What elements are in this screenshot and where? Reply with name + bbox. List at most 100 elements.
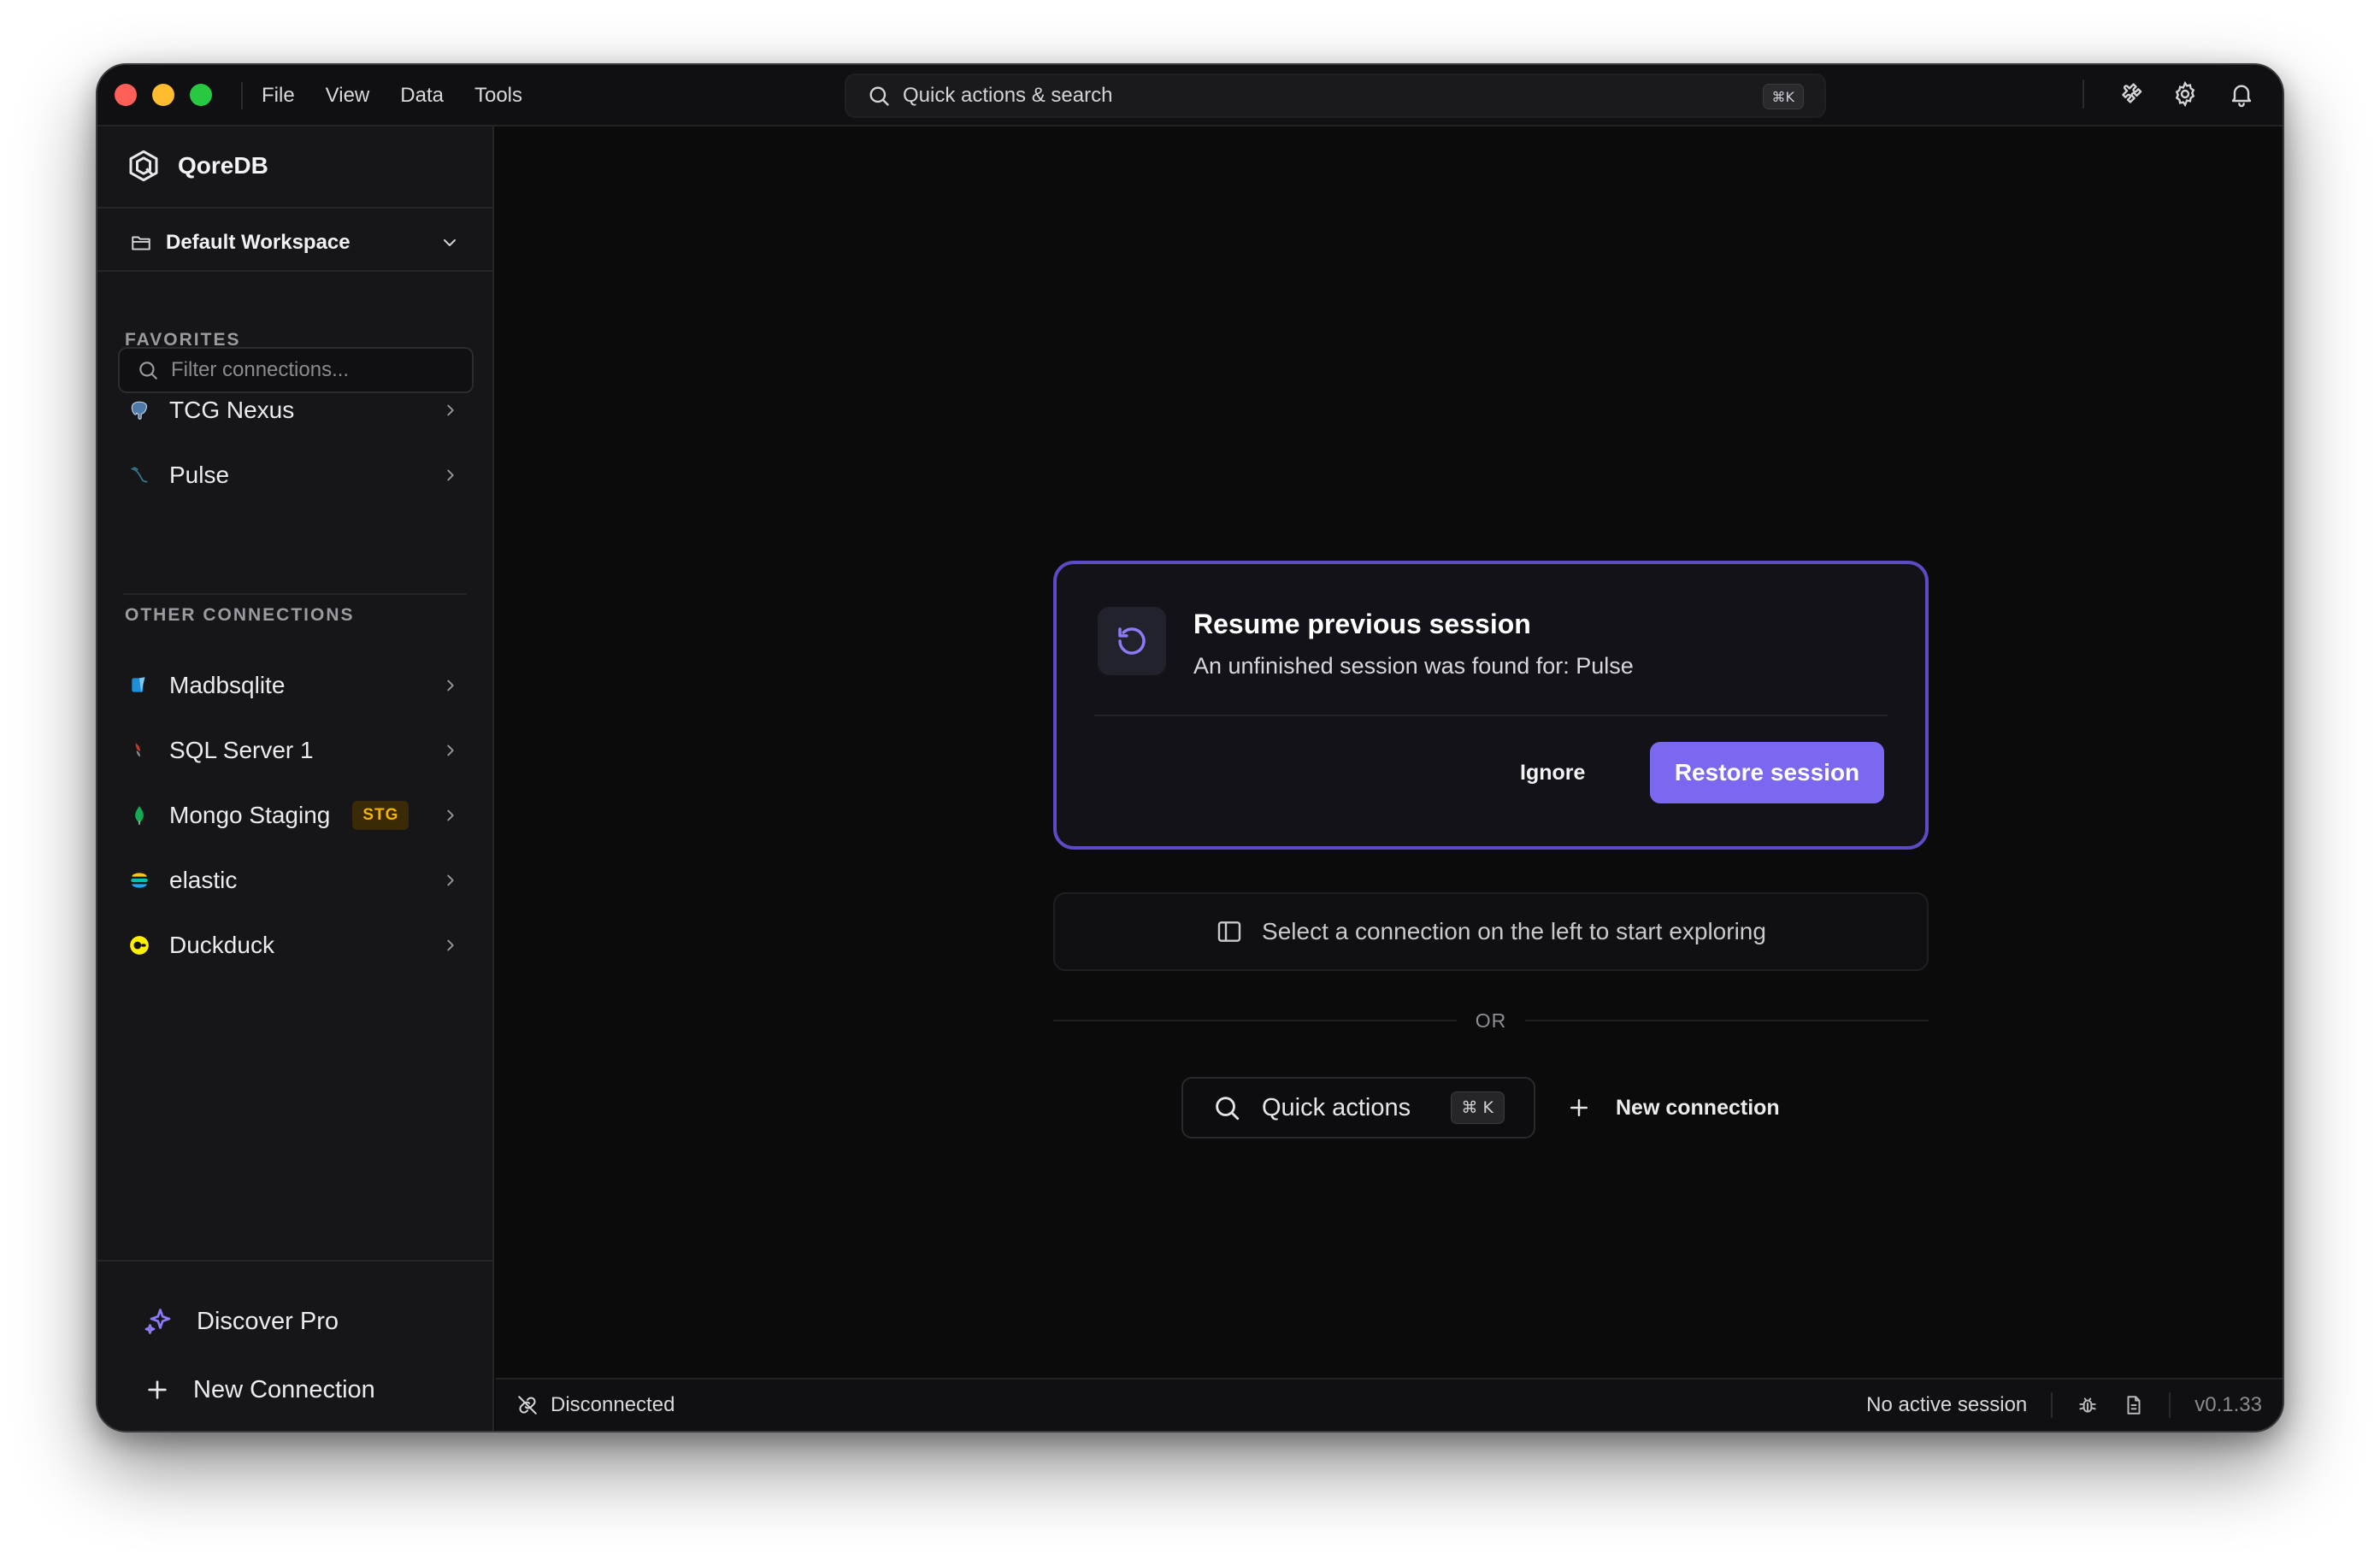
search-icon bbox=[1216, 1097, 1240, 1121]
select-connection-hint: Select a connection on the left to start… bbox=[1053, 892, 1929, 971]
close-window-button[interactable] bbox=[115, 84, 137, 106]
connection-item-mongo-staging[interactable]: Mongo Staging STG bbox=[115, 788, 477, 843]
favorites-section-title: FAVORITES bbox=[125, 330, 241, 350]
hint-text: Select a connection on the left to start… bbox=[1262, 918, 1766, 944]
connection-item-pulse[interactable]: Pulse bbox=[115, 448, 477, 503]
quick-actions-shortcut: ⌘ K bbox=[1450, 1091, 1505, 1124]
chevron-right-icon bbox=[447, 939, 454, 951]
new-connection-button[interactable]: New connection bbox=[1566, 1077, 1780, 1138]
search-icon bbox=[139, 362, 157, 379]
connection-label: elastic bbox=[169, 867, 238, 893]
duckdb-icon bbox=[128, 934, 150, 956]
search-icon bbox=[869, 86, 889, 106]
chevron-right-icon bbox=[447, 809, 454, 821]
chevron-right-icon bbox=[447, 404, 454, 416]
quick-actions-label: Quick actions bbox=[1262, 1093, 1411, 1121]
other-connections-section-title: OTHER CONNECTIONS bbox=[125, 605, 355, 625]
connection-label: Duckduck bbox=[169, 932, 274, 958]
discover-pro-label: Discover Pro bbox=[197, 1307, 339, 1335]
title-bar: File View Data Tools Quick actions & sea… bbox=[97, 65, 2283, 126]
sidebar: QoreDB Default Workspace FAVORITES TCG N… bbox=[97, 126, 494, 1431]
sidebar-divider bbox=[123, 593, 467, 595]
settings-button[interactable] bbox=[2170, 79, 2200, 109]
quick-actions-button[interactable]: Quick actions ⌘ K bbox=[1181, 1077, 1535, 1138]
connection-label: SQL Server 1 bbox=[169, 737, 314, 763]
search-shortcut: ⌘K bbox=[1762, 84, 1804, 109]
sidebar-divider bbox=[97, 270, 492, 272]
elastic-icon bbox=[128, 869, 150, 891]
status-divider bbox=[2169, 1392, 2171, 1418]
workspace-selector[interactable]: Default Workspace bbox=[130, 224, 460, 262]
session-status-text: No active session bbox=[1866, 1393, 2028, 1416]
status-divider bbox=[2051, 1392, 2053, 1418]
connection-item-sql-server-1[interactable]: SQL Server 1 bbox=[115, 723, 477, 778]
connection-label: TCG Nexus bbox=[169, 397, 295, 423]
chevron-right-icon bbox=[447, 469, 454, 481]
titlebar-actions-divider bbox=[2082, 79, 2084, 109]
history-icon bbox=[1118, 627, 1146, 655]
card-subtitle: An unfinished session was found for: Pul… bbox=[1193, 653, 1634, 679]
discover-pro-button[interactable]: Discover Pro bbox=[144, 1297, 339, 1345]
plus-icon bbox=[148, 1380, 167, 1399]
menu-file[interactable]: File bbox=[262, 84, 295, 108]
sqlite-icon bbox=[128, 674, 150, 697]
global-search-bar[interactable]: Quick actions & search ⌘K bbox=[845, 74, 1826, 118]
or-separator: OR bbox=[1053, 1007, 1929, 1034]
connection-label: Madbsqlite bbox=[169, 672, 286, 698]
connection-item-tcg-nexus[interactable]: TCG Nexus bbox=[115, 383, 477, 438]
zoom-window-button[interactable] bbox=[190, 84, 212, 106]
filter-connections-input[interactable] bbox=[171, 358, 445, 382]
titlebar-actions bbox=[2082, 79, 2257, 109]
plus-icon bbox=[1570, 1099, 1588, 1116]
status-right-group: No active session v0.1.33 bbox=[1866, 1380, 2262, 1431]
app-window: File View Data Tools Quick actions & sea… bbox=[96, 63, 2284, 1433]
workspace-name: Default Workspace bbox=[166, 231, 351, 254]
app-version: v0.1.33 bbox=[2194, 1393, 2262, 1416]
menu-bar: File View Data Tools bbox=[262, 65, 522, 126]
connection-item-elastic[interactable]: elastic bbox=[115, 853, 477, 908]
chevron-right-icon bbox=[447, 874, 454, 886]
chevron-right-icon bbox=[447, 744, 454, 756]
menu-data[interactable]: Data bbox=[400, 84, 444, 108]
new-connection-label: New connection bbox=[1616, 1095, 1780, 1120]
resume-session-card: Resume previous session An unfinished se… bbox=[1053, 561, 1929, 850]
mongodb-icon bbox=[128, 804, 150, 827]
unplugged-icon bbox=[518, 1396, 537, 1415]
gear-icon bbox=[2175, 80, 2195, 108]
connection-item-madbsqlite[interactable]: Madbsqlite bbox=[115, 658, 477, 713]
card-divider bbox=[1094, 715, 1888, 716]
environment-badge: STG bbox=[352, 801, 409, 830]
menu-view[interactable]: View bbox=[326, 84, 370, 108]
connection-label: Mongo Staging bbox=[169, 802, 331, 828]
bug-icon[interactable] bbox=[2077, 1394, 2099, 1416]
plugins-button[interactable] bbox=[2113, 79, 2144, 109]
menu-tools[interactable]: Tools bbox=[474, 84, 522, 108]
new-connection-label: New Connection bbox=[193, 1375, 375, 1403]
separator-line bbox=[1525, 1020, 1929, 1021]
connection-label: Pulse bbox=[169, 462, 230, 488]
mysql-icon bbox=[128, 464, 150, 486]
sidebar-panel-icon bbox=[1217, 921, 1241, 942]
connection-item-duckduck[interactable]: Duckduck bbox=[115, 918, 477, 973]
or-label: OR bbox=[1475, 1009, 1507, 1032]
search-placeholder: Quick actions & search bbox=[903, 84, 1113, 107]
ignore-button[interactable]: Ignore bbox=[1520, 742, 1585, 803]
titlebar-divider bbox=[241, 82, 243, 109]
folder-icon bbox=[132, 236, 150, 250]
separator-line bbox=[1053, 1020, 1457, 1021]
connection-status: Disconnected bbox=[516, 1393, 675, 1417]
minimize-window-button[interactable] bbox=[152, 84, 174, 106]
sidebar-divider bbox=[97, 207, 492, 209]
main-area: Resume previous session An unfinished se… bbox=[496, 126, 2283, 1378]
restore-session-button[interactable]: Restore session bbox=[1650, 742, 1884, 803]
sparkles-icon bbox=[144, 1309, 171, 1334]
connection-status-text: Disconnected bbox=[551, 1393, 675, 1416]
sidebar-footer: Discover Pro New Connection bbox=[97, 1260, 492, 1431]
logs-document-icon[interactable] bbox=[2123, 1394, 2145, 1416]
app-name: QoreDB bbox=[178, 152, 268, 179]
status-bar: Disconnected No active session v0.1.33 bbox=[496, 1378, 2283, 1431]
bell-icon bbox=[2231, 85, 2252, 108]
sqlserver-icon bbox=[128, 739, 150, 762]
sidebar-new-connection-button[interactable]: New Connection bbox=[144, 1366, 375, 1414]
notifications-button[interactable] bbox=[2226, 79, 2257, 109]
